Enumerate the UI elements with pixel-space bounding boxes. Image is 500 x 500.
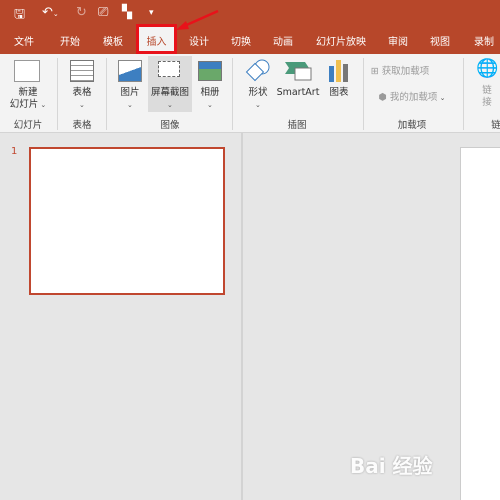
tab-design[interactable]: 设计 [189,33,209,48]
store-icon: ⊞ [370,66,382,77]
tab-insert[interactable]: 插入 [136,24,177,54]
tab-template[interactable]: 模板 [103,33,123,48]
picture-button[interactable]: 图片 ⌄ [120,87,139,111]
save-icon[interactable]: 🖫 [14,5,25,27]
tab-insert-label: 插入 [146,37,167,48]
new-slide-button[interactable]: 新建 幻灯片 ⌄ [10,87,47,111]
album-label: 相册 [200,87,220,98]
screenshot-label: 屏幕截图 [150,87,190,98]
smartart-button[interactable]: SmartArt [277,87,320,99]
table-label: 表格 [72,87,92,98]
album-button[interactable]: 相册 ⌄ [200,87,219,111]
smartart-icon [285,62,312,81]
undo-icon[interactable]: ↶⌄ [42,5,59,20]
album-icon [198,61,222,81]
customize-icon[interactable]: ▾ [149,8,154,18]
divider [232,58,233,130]
present-icon[interactable]: ⎚ [98,5,108,20]
slide-thumbnail[interactable] [29,147,225,295]
shapes-label: 形状 [248,87,268,98]
addins-icon: ⬢ [378,92,390,103]
group-label-links: 链 [491,120,500,131]
divider [463,58,464,130]
tab-transitions[interactable]: 切换 [231,33,251,48]
tab-view[interactable]: 视图 [430,33,450,48]
divider [363,58,364,130]
chart-button[interactable]: 图表 [329,87,348,99]
get-addins-label: 获取加载项 [381,66,430,77]
slide-canvas[interactable] [460,147,500,500]
group-label-slides: 幻灯片 [13,120,43,131]
arrow-annotation [176,9,219,30]
layout-icon[interactable]: ▚ [122,5,132,20]
group-label-images: 图像 [160,120,180,131]
link-button[interactable]: 链接 [482,85,492,109]
picture-label: 图片 [120,87,140,98]
screenshot-button[interactable]: 屏幕截图 ⌄ [151,87,189,111]
shapes-icon [245,59,270,82]
screenshot-icon [158,61,180,77]
table-icon [70,60,94,82]
my-addins-label: 我的加载项 [389,92,438,103]
group-label-illustrations: 插图 [287,120,307,131]
watermark: Bai 经验 [350,454,433,478]
tab-file[interactable]: 文件 [14,33,34,48]
picture-icon [118,60,142,82]
tab-slideshow[interactable]: 幻灯片放映 [316,33,366,48]
divider [106,58,107,130]
slide-number: 1 [11,146,18,157]
new-slide-icon [14,60,40,82]
new-slide-label: 新建 [18,87,38,98]
tab-home[interactable]: 开始 [60,33,80,48]
redo-icon[interactable]: ↻ [76,5,87,20]
chart-icon [329,60,348,82]
link-icon: 🌐 [476,58,499,79]
my-addins-button[interactable]: ⬢ 我的加载项 ⌄ [379,92,446,104]
divider [57,58,58,130]
tab-animations[interactable]: 动画 [273,33,293,48]
get-addins-button[interactable]: ⊞ 获取加载项 [371,66,430,78]
group-label-addins: 加载项 [397,120,427,131]
link-label: 链 [482,85,492,96]
tab-review[interactable]: 审阅 [388,33,408,48]
new-slide-label-2: 幻灯片 [9,99,39,110]
link-label-2: 接 [482,97,492,108]
tab-record[interactable]: 录制 [474,33,494,48]
group-label-tables: 表格 [72,120,92,131]
pane-splitter[interactable] [241,133,243,500]
shapes-button[interactable]: 形状 ⌄ [248,87,267,111]
table-button[interactable]: 表格 ⌄ [72,87,91,111]
